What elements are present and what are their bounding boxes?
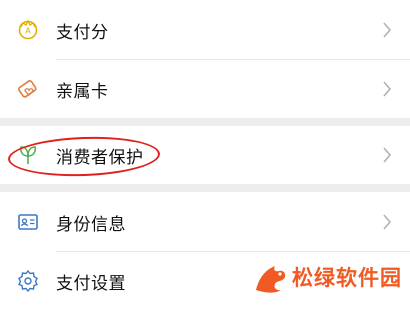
family-card-icon: [17, 78, 39, 100]
menu-item-identity-info[interactable]: 身份信息: [0, 192, 410, 252]
score-icon: A: [17, 19, 39, 41]
chevron-right-icon: [383, 22, 392, 38]
leaf-icon: [17, 144, 39, 166]
chevron-right-icon: [383, 81, 392, 97]
svg-text:A: A: [25, 27, 31, 36]
section-gap: [0, 184, 410, 192]
section-gap: [0, 118, 410, 126]
menu-item-label: 亲属卡: [56, 81, 109, 102]
menu-item-payment-score[interactable]: A 支付分: [0, 0, 410, 60]
menu-item-consumer-protection[interactable]: 消费者保护: [0, 126, 410, 184]
chevron-right-icon: [383, 214, 392, 230]
menu-item-label: 身份信息: [56, 214, 126, 235]
menu-item-family-card[interactable]: 亲属卡: [0, 60, 410, 118]
chevron-right-icon: [383, 147, 392, 163]
watermark: 松绿软件园: [253, 260, 402, 294]
menu-group-1: A 支付分 亲属卡: [0, 0, 410, 118]
menu-item-label: 支付设置: [56, 273, 126, 294]
menu-item-label: 支付分: [56, 22, 109, 43]
watermark-text: 松绿软件园: [292, 267, 402, 290]
menu-group-2: 消费者保护: [0, 126, 410, 184]
gear-icon: [17, 270, 39, 292]
id-card-icon: [17, 211, 39, 233]
menu-item-label: 消费者保护: [56, 147, 144, 168]
watermark-logo-icon: [256, 266, 286, 293]
